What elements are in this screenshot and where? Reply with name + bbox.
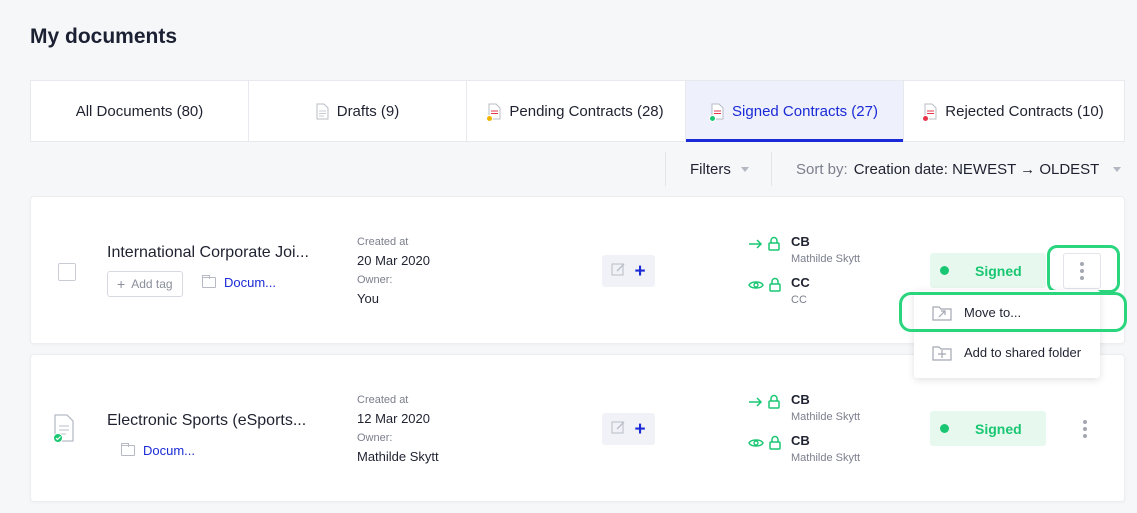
tab-label: Signed Contracts (27) xyxy=(732,102,878,120)
folder-label: Docum... xyxy=(143,443,196,458)
created-label: Created at xyxy=(357,394,409,406)
recipient-initials: CB xyxy=(791,234,810,249)
more-options-menu: Move to... Add to shared folder xyxy=(914,290,1100,378)
status-dot xyxy=(940,424,949,433)
status-label: Signed xyxy=(975,420,1022,437)
status-dot xyxy=(940,266,949,275)
add-tag-label: Add tag xyxy=(131,277,173,291)
sort-value: Creation date: NEWEST → OLDEST xyxy=(853,161,1100,178)
owner-label: Owner: xyxy=(357,432,393,444)
recipient-row: CB Mathilde Skytt xyxy=(748,392,860,423)
arrow-right-icon xyxy=(748,395,763,413)
lock-icon xyxy=(768,394,780,414)
kebab-dot xyxy=(1080,262,1084,266)
tab-label: Rejected Contracts (10) xyxy=(945,102,1104,120)
tab-label: Drafts (9) xyxy=(336,102,400,120)
filters-dropdown[interactable]: Filters xyxy=(690,161,749,178)
chevron-down-icon xyxy=(740,167,749,172)
more-options-button[interactable] xyxy=(1067,411,1103,447)
recipient-initials: CB xyxy=(791,433,810,448)
recipient-name: CC xyxy=(791,294,807,306)
add-recipient-icon[interactable]: + xyxy=(634,420,645,439)
recipient-row: CC CC xyxy=(748,275,810,306)
chevron-down-icon xyxy=(1113,167,1122,172)
signed-document-icon xyxy=(53,413,75,443)
page-title: My documents xyxy=(30,25,178,48)
recipient-name: Mathilde Skytt xyxy=(791,411,861,423)
tab-pending-contracts[interactable]: Pending Contracts (28) xyxy=(467,81,686,141)
owner-label: Owner: xyxy=(357,274,393,286)
add-recipient-icon[interactable]: + xyxy=(634,262,645,281)
divider xyxy=(665,152,666,186)
kebab-dot xyxy=(1080,276,1084,280)
recipient-row: CB Mathilde Skytt xyxy=(748,234,860,265)
kebab-dot xyxy=(1080,269,1084,273)
eye-icon xyxy=(748,278,764,296)
folder-label: Docum... xyxy=(224,275,277,290)
rejected-doc-icon xyxy=(922,103,937,122)
recipient-row: CB Mathilde Skytt xyxy=(748,433,860,464)
pending-doc-icon xyxy=(486,103,501,122)
status-badge: Signed xyxy=(930,253,1046,288)
recipient-initials: CB xyxy=(791,392,810,407)
add-tag-button[interactable]: + Add tag xyxy=(107,271,183,297)
owner-value: You xyxy=(357,291,379,306)
created-label: Created at xyxy=(357,236,409,248)
menu-item-label: Move to... xyxy=(964,304,1022,320)
folder-icon xyxy=(121,443,135,456)
menu-item-add-to-shared-folder[interactable]: Add to shared folder xyxy=(914,334,1100,370)
tab-label: Pending Contracts (28) xyxy=(509,102,664,120)
document-title[interactable]: Electronic Sports (eSports... xyxy=(107,412,306,430)
lock-icon xyxy=(769,277,781,297)
folder-link[interactable]: Docum... xyxy=(121,443,195,458)
document-title[interactable]: International Corporate Joi... xyxy=(107,244,309,262)
owner-value: Mathilde Skytt xyxy=(357,449,439,464)
signed-doc-icon xyxy=(709,103,724,122)
more-options-highlight xyxy=(1047,245,1120,293)
lock-icon xyxy=(769,435,781,455)
shared-folder-icon xyxy=(932,343,952,361)
plus-icon: + xyxy=(117,276,126,292)
arrow-right-icon xyxy=(748,237,763,255)
document-tabs: All Documents (80) Drafts (9) Pending Co… xyxy=(30,80,1125,142)
folder-icon xyxy=(202,275,216,288)
tab-all-documents[interactable]: All Documents (80) xyxy=(31,81,249,141)
menu-item-move-to[interactable]: Move to... xyxy=(914,294,1100,330)
created-value: 12 Mar 2020 xyxy=(357,411,430,426)
tab-label: All Documents (80) xyxy=(75,102,204,120)
folder-link[interactable]: Docum... xyxy=(202,275,276,290)
kebab-dot xyxy=(1083,427,1087,431)
sort-dropdown[interactable]: Sort by: Creation date: NEWEST → OLDEST xyxy=(796,161,1122,178)
menu-item-label: Add to shared folder xyxy=(964,344,1082,360)
sort-label: Sort by: xyxy=(796,161,848,178)
move-to-icon xyxy=(932,303,952,321)
tab-drafts[interactable]: Drafts (9) xyxy=(249,81,467,141)
tab-signed-contracts[interactable]: Signed Contracts (27) xyxy=(686,81,904,142)
recipient-initials: CC xyxy=(791,275,810,290)
divider xyxy=(771,152,772,186)
document-actions: + xyxy=(602,413,655,445)
draft-doc-icon xyxy=(316,103,329,120)
tab-rejected-contracts[interactable]: Rejected Contracts (10) xyxy=(904,81,1124,141)
kebab-dot xyxy=(1083,434,1087,438)
status-badge: Signed xyxy=(930,411,1046,446)
row-checkbox[interactable] xyxy=(58,263,76,281)
status-label: Signed xyxy=(975,262,1022,279)
list-toolbar: Filters Sort by: Creation date: NEWEST →… xyxy=(0,152,1137,186)
document-actions: + xyxy=(602,255,655,287)
created-value: 20 Mar 2020 xyxy=(357,253,430,268)
eye-icon xyxy=(748,436,764,454)
recipient-name: Mathilde Skytt xyxy=(791,253,861,265)
edit-icon[interactable] xyxy=(611,261,626,281)
edit-icon[interactable] xyxy=(611,419,626,439)
filters-label: Filters xyxy=(690,161,731,178)
recipient-name: Mathilde Skytt xyxy=(791,452,861,464)
kebab-dot xyxy=(1083,420,1087,424)
more-options-button[interactable] xyxy=(1063,253,1101,289)
lock-icon xyxy=(768,236,780,256)
